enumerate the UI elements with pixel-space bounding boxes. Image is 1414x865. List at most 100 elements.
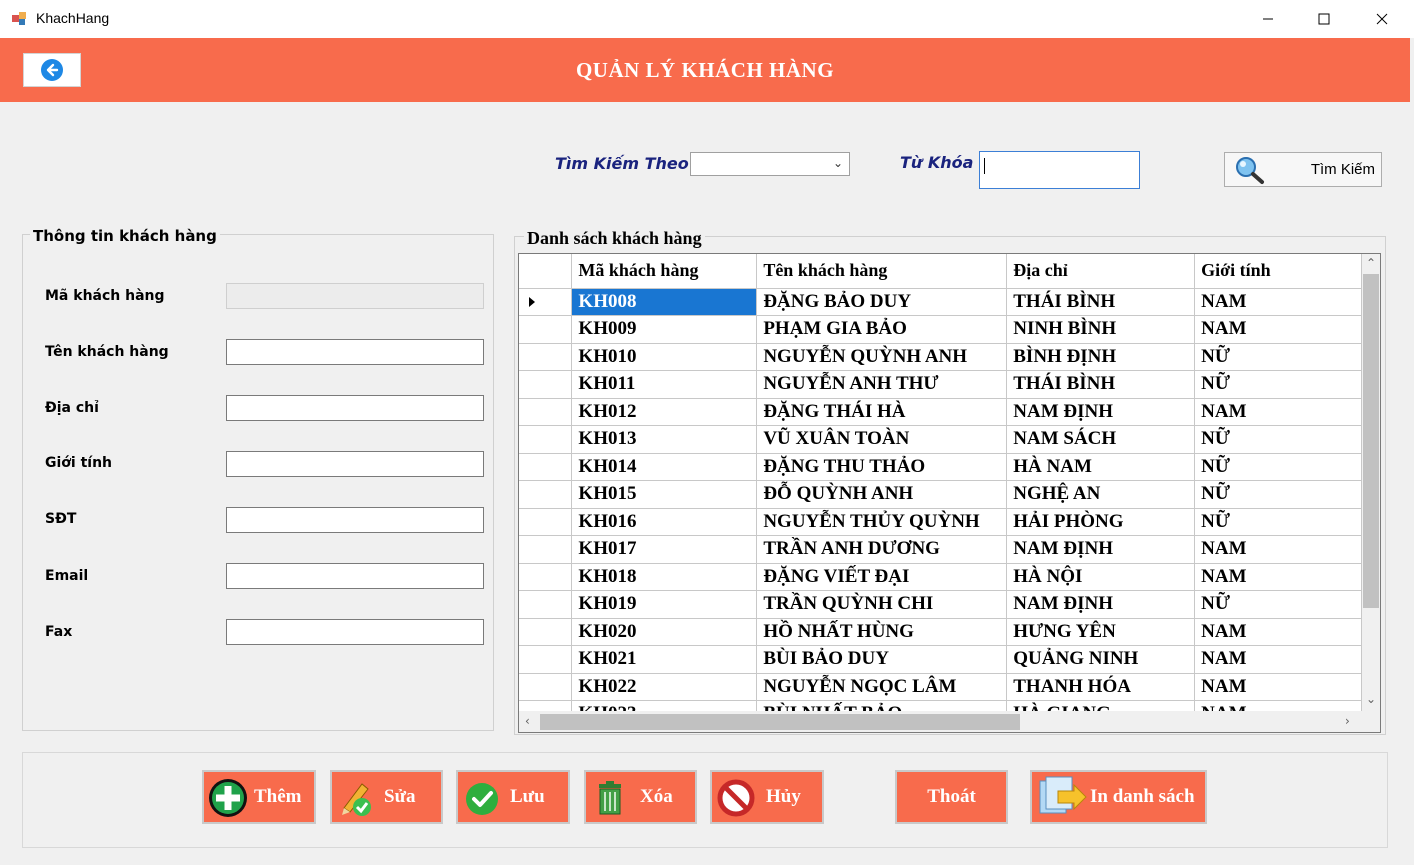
cell-id[interactable]: KH008 <box>571 288 758 316</box>
cell-gender[interactable]: NAM <box>1194 700 1362 711</box>
cell-address[interactable]: HÀ NAM <box>1006 453 1196 481</box>
table-row[interactable]: KH012 ĐẶNG THÁI HÀ NAM ĐỊNH NAM <box>519 398 1362 426</box>
cell-name[interactable]: BÙI BẢO DUY <box>756 645 1008 674</box>
table-row[interactable]: KH018 ĐẶNG VIẾT ĐẠI HÀ NỘI NAM <box>519 563 1362 591</box>
scroll-right-icon[interactable]: › <box>1345 714 1350 728</box>
cell-gender[interactable]: NỮ <box>1194 453 1362 481</box>
exit-button[interactable]: Thoát <box>895 770 1008 824</box>
table-row[interactable]: KH023BÙI NHẤT BẢOHÀ GIANGNAM <box>519 700 1362 711</box>
cell-gender[interactable]: NAM <box>1194 288 1362 316</box>
row-header[interactable] <box>519 370 573 399</box>
cell-address[interactable]: HÀ NỘI <box>1006 563 1196 591</box>
cell-id[interactable]: KH020 <box>571 618 758 646</box>
cell-gender[interactable]: NỮ <box>1194 370 1362 399</box>
cell-address[interactable]: NINH BÌNH <box>1006 315 1196 344</box>
cell-gender[interactable]: NỮ <box>1194 590 1362 619</box>
cell-name[interactable]: HỒ NHẤT HÙNG <box>756 618 1008 646</box>
cell-address[interactable]: HÀ GIANG <box>1006 700 1196 711</box>
search-button[interactable]: Tìm Kiếm <box>1224 152 1382 187</box>
column-header-name[interactable]: Tên khách hàng <box>756 254 1008 289</box>
phone-field[interactable] <box>226 507 484 533</box>
column-header-gender[interactable]: Giới tính <box>1194 254 1362 289</box>
cell-address[interactable]: THÁI BÌNH <box>1006 288 1196 316</box>
vertical-scrollbar[interactable]: ⌃ ⌄ <box>1362 254 1380 711</box>
address-field[interactable] <box>226 395 484 421</box>
cell-id[interactable]: KH017 <box>571 535 758 564</box>
table-row[interactable]: KH014 ĐẶNG THU THẢO HÀ NAM NỮ <box>519 453 1362 481</box>
cell-address[interactable]: HẢI PHÒNG <box>1006 508 1196 536</box>
cell-name[interactable]: TRẦN QUỲNH CHI <box>756 590 1008 619</box>
row-header[interactable] <box>519 590 573 619</box>
cell-address[interactable]: NAM ĐỊNH <box>1006 398 1196 426</box>
horizontal-scroll-thumb[interactable] <box>540 714 1020 730</box>
cell-name[interactable]: NGUYỄN QUỲNH ANH <box>756 343 1008 371</box>
row-header[interactable] <box>519 315 573 344</box>
cell-name[interactable]: NGUYỄN THỦY QUỲNH <box>756 508 1008 536</box>
row-header[interactable] <box>519 535 573 564</box>
row-header[interactable] <box>519 618 573 646</box>
table-row[interactable]: KH016 NGUYỄN THỦY QUỲNH HẢI PHÒNG NỮ <box>519 508 1362 536</box>
scroll-down-icon[interactable]: ⌄ <box>1366 692 1376 706</box>
cell-address[interactable]: NGHỆ AN <box>1006 480 1196 509</box>
cell-gender[interactable]: NỮ <box>1194 480 1362 509</box>
cell-name[interactable]: VŨ XUÂN TOÀN <box>756 425 1008 454</box>
cell-id[interactable]: KH023 <box>571 700 758 711</box>
table-row[interactable]: KH022 NGUYỄN NGỌC LÂM THANH HÓA NAM <box>519 673 1362 701</box>
cell-name[interactable]: PHẠM GIA BẢO <box>756 315 1008 344</box>
row-header[interactable] <box>519 453 573 481</box>
cell-gender[interactable]: NAM <box>1194 645 1362 674</box>
row-header[interactable] <box>519 425 573 454</box>
cell-id[interactable]: KH019 <box>571 590 758 619</box>
table-row[interactable]: KH017 TRẦN ANH DƯƠNG NAM ĐỊNH NAM <box>519 535 1362 564</box>
cell-name[interactable]: ĐẶNG BẢO DUY <box>756 288 1008 316</box>
scroll-up-icon[interactable]: ⌃ <box>1366 256 1376 270</box>
row-header[interactable] <box>519 288 573 316</box>
cell-name[interactable]: ĐẶNG THÁI HÀ <box>756 398 1008 426</box>
cell-id[interactable]: KH009 <box>571 315 758 344</box>
cell-name[interactable]: NGUYỄN ANH THƯ <box>756 370 1008 399</box>
delete-button[interactable]: Xóa <box>584 770 697 824</box>
cell-gender[interactable]: NAM <box>1194 535 1362 564</box>
column-header-address[interactable]: Địa chỉ <box>1006 254 1196 289</box>
row-header[interactable] <box>519 480 573 509</box>
cell-name[interactable]: ĐẶNG THU THẢO <box>756 453 1008 481</box>
maximize-button[interactable] <box>1301 0 1347 38</box>
search-by-select[interactable]: ⌄ <box>690 152 850 176</box>
scroll-left-icon[interactable]: ‹ <box>525 714 530 728</box>
cancel-button[interactable]: Hủy <box>710 770 824 824</box>
cell-address[interactable]: NAM ĐỊNH <box>1006 535 1196 564</box>
cell-id[interactable]: KH022 <box>571 673 758 701</box>
close-button[interactable] <box>1359 0 1405 38</box>
table-row[interactable]: KH019 TRẦN QUỲNH CHI NAM ĐỊNH NỮ <box>519 590 1362 619</box>
cell-id[interactable]: KH014 <box>571 453 758 481</box>
cell-address[interactable]: QUẢNG NINH <box>1006 645 1196 674</box>
keyword-input[interactable] <box>979 151 1140 189</box>
column-header-id[interactable]: Mã khách hàng <box>571 254 758 289</box>
row-header[interactable] <box>519 645 573 674</box>
add-button[interactable]: Thêm <box>202 770 316 824</box>
cell-gender[interactable]: NAM <box>1194 618 1362 646</box>
edit-button[interactable]: Sửa <box>330 770 443 824</box>
cell-gender[interactable]: NỮ <box>1194 425 1362 454</box>
cell-gender[interactable]: NAM <box>1194 563 1362 591</box>
vertical-scroll-thumb[interactable] <box>1363 274 1379 608</box>
email-field[interactable] <box>226 563 484 589</box>
cell-gender[interactable]: NAM <box>1194 673 1362 701</box>
row-header[interactable] <box>519 508 573 536</box>
fax-field[interactable] <box>226 619 484 645</box>
cell-id[interactable]: KH021 <box>571 645 758 674</box>
horizontal-scrollbar[interactable]: ‹ › <box>519 711 1362 732</box>
table-row[interactable]: KH009 PHẠM GIA BẢO NINH BÌNH NAM <box>519 315 1362 344</box>
cell-address[interactable]: NAM SÁCH <box>1006 425 1196 454</box>
cell-id[interactable]: KH010 <box>571 343 758 371</box>
customer-name-field[interactable] <box>226 339 484 365</box>
cell-gender[interactable]: NỮ <box>1194 508 1362 536</box>
cell-name[interactable]: TRẦN ANH DƯƠNG <box>756 535 1008 564</box>
cell-address[interactable]: THÁI BÌNH <box>1006 370 1196 399</box>
cell-address[interactable]: HƯNG YÊN <box>1006 618 1196 646</box>
table-row[interactable]: KH008 ĐẶNG BẢO DUY THÁI BÌNH NAM <box>519 288 1362 316</box>
print-list-button[interactable]: In danh sách <box>1030 770 1207 824</box>
cell-address[interactable]: NAM ĐỊNH <box>1006 590 1196 619</box>
cell-id[interactable]: KH016 <box>571 508 758 536</box>
cell-address[interactable]: THANH HÓA <box>1006 673 1196 701</box>
